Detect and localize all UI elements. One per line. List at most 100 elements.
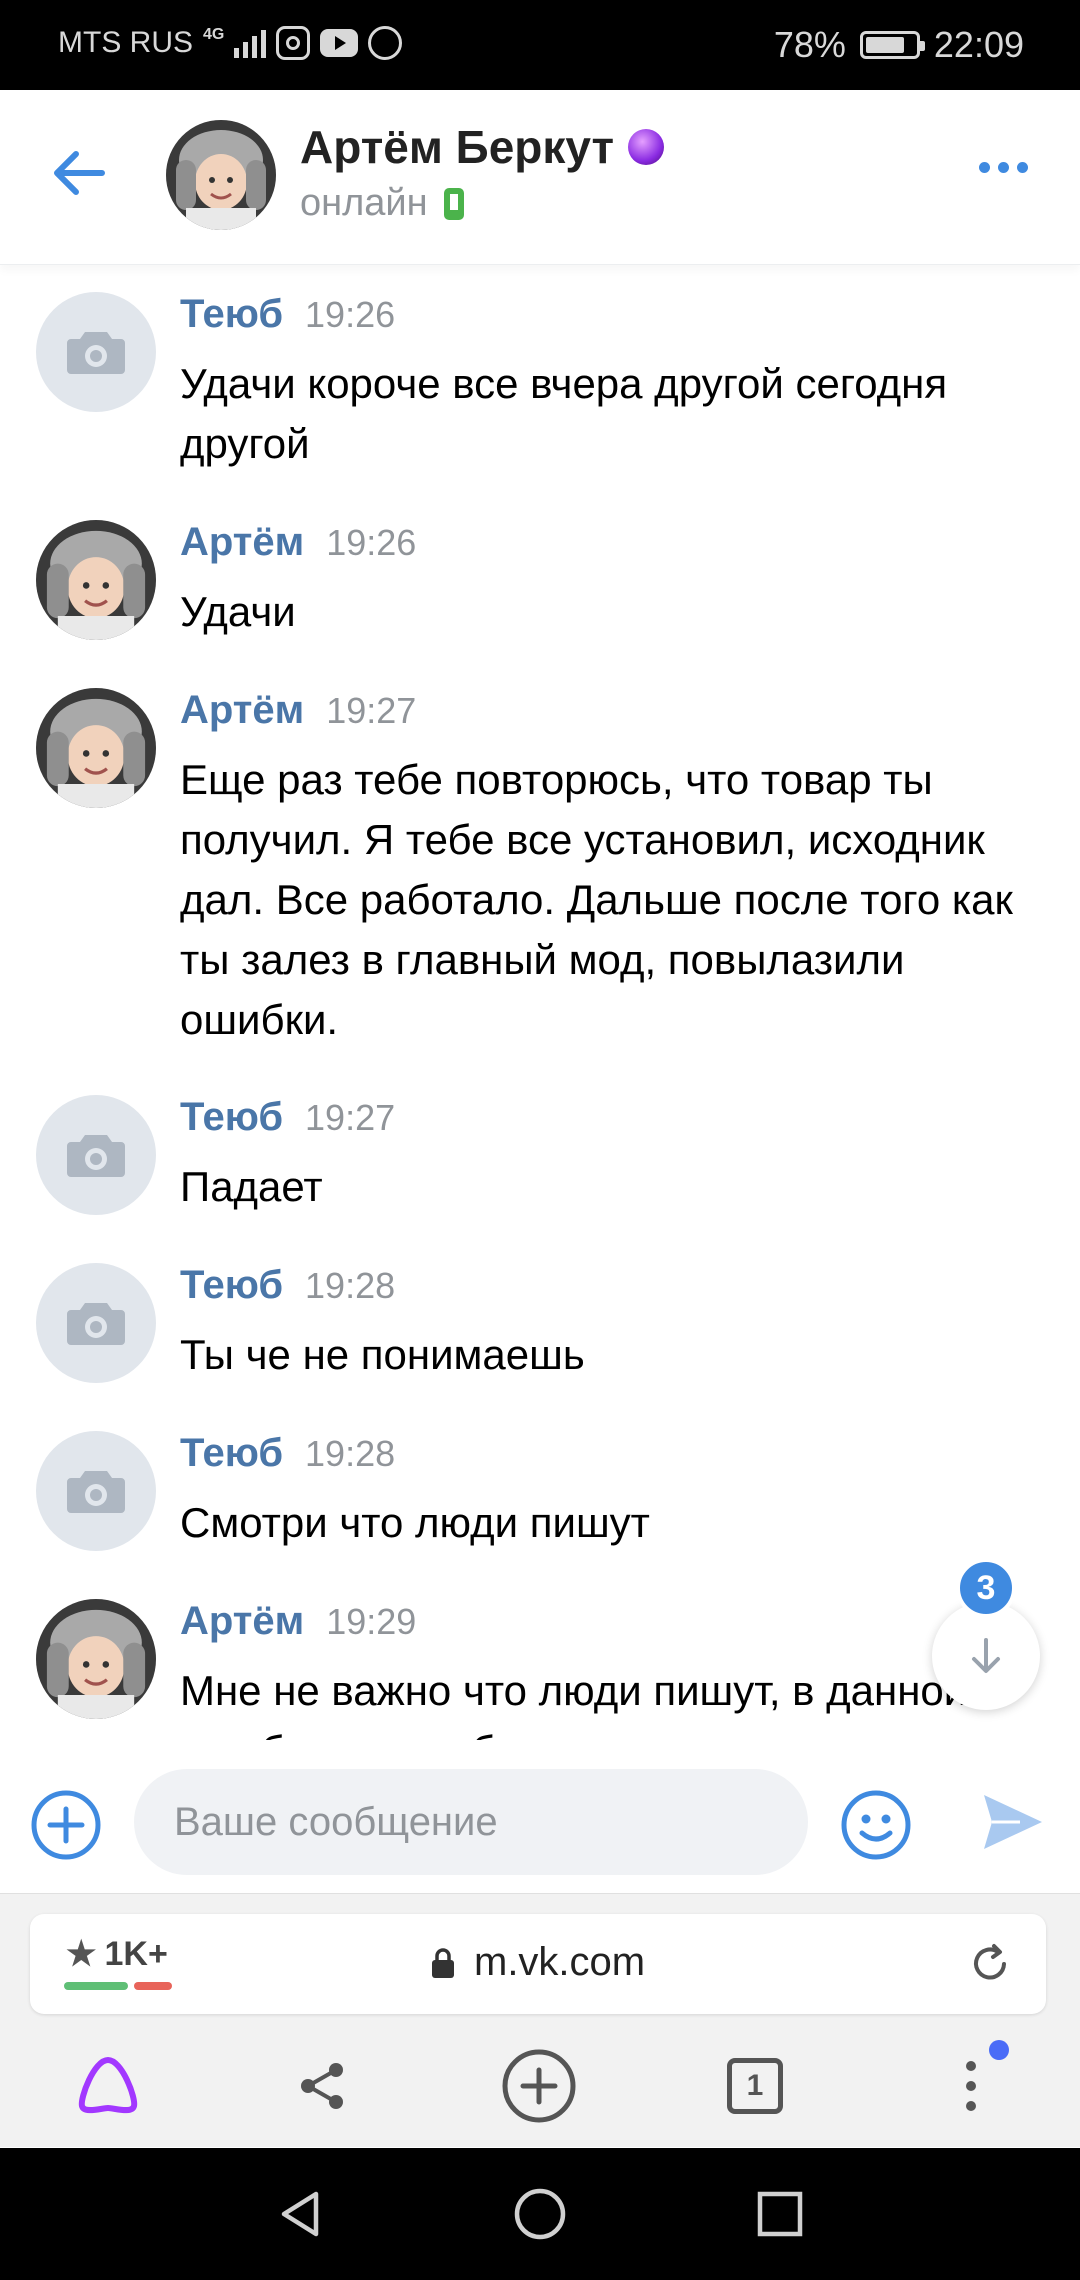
message-author[interactable]: Теюб 19:26 bbox=[180, 292, 395, 337]
message-time: 19:27 bbox=[305, 1097, 396, 1138]
camera-icon bbox=[67, 1303, 125, 1345]
new-tab-button[interactable] bbox=[499, 2046, 579, 2126]
reload-icon bbox=[974, 1944, 1006, 1980]
back-button[interactable] bbox=[44, 138, 114, 208]
message-time: 19:29 bbox=[326, 1601, 417, 1642]
avatar-photo-icon bbox=[166, 120, 276, 230]
contact-name[interactable]: Артём Беркут bbox=[300, 120, 614, 174]
message-item: Теюб 19:28 Ты че не понимаешь bbox=[0, 1241, 1080, 1409]
message-item: Теюб 19:28 Смотри что люди пишут bbox=[0, 1409, 1080, 1577]
more-vertical-icon bbox=[966, 2061, 976, 2111]
smile-icon bbox=[841, 1790, 911, 1860]
sender-avatar[interactable] bbox=[36, 1599, 156, 1719]
unread-count-badge: 3 bbox=[956, 1558, 1016, 1618]
scroll-down-button[interactable] bbox=[932, 1602, 1040, 1710]
message-input[interactable]: Ваше сообщение bbox=[134, 1769, 808, 1875]
message-item: Артём 19:26 Удачи bbox=[0, 498, 1080, 668]
message-text: Удачи bbox=[180, 588, 296, 635]
avatar-photo-icon bbox=[36, 688, 156, 808]
attach-button[interactable] bbox=[30, 1789, 102, 1866]
camera-icon bbox=[67, 1135, 125, 1177]
message-time: 19:26 bbox=[305, 294, 396, 335]
arrow-down-icon bbox=[972, 1638, 1000, 1673]
rating-bars bbox=[64, 1982, 172, 1990]
nav-back-button[interactable] bbox=[272, 2186, 328, 2247]
message-time: 19:28 bbox=[305, 1265, 396, 1306]
browser-toolbar: ★ 1K+ m.vk.com 1 bbox=[0, 1893, 1080, 2147]
camera-icon bbox=[67, 332, 125, 374]
chat-header: Артём Беркут онлайн bbox=[0, 90, 1080, 265]
clock: 22:09 bbox=[933, 24, 1024, 65]
message-item: Артём 19:29 Мне не важно что люди пишут, … bbox=[0, 1577, 1080, 1740]
square-recents-icon bbox=[757, 2191, 803, 2237]
message-item: Теюб 19:27 Падает bbox=[0, 1073, 1080, 1241]
message-author[interactable]: Артём 19:27 bbox=[180, 688, 416, 733]
status-bar: MTS RUS 4G 78% 22:09 bbox=[0, 0, 1080, 90]
message-author[interactable]: Теюб 19:28 bbox=[180, 1431, 395, 1476]
mobile-online-icon bbox=[443, 187, 464, 220]
system-nav-bar bbox=[0, 2148, 1080, 2280]
contact-avatar[interactable] bbox=[166, 120, 276, 230]
tabs-count: 1 bbox=[727, 2058, 783, 2114]
nav-home-button[interactable] bbox=[512, 2186, 568, 2247]
lock-icon bbox=[432, 1947, 454, 1978]
carrier-label: MTS RUS bbox=[58, 26, 193, 59]
youtube-icon bbox=[320, 29, 359, 57]
plus-circle-icon bbox=[31, 1790, 101, 1860]
message-item: Артём 19:27 Еще раз тебе повторюсь, что т… bbox=[0, 666, 1080, 1072]
tabs-button[interactable]: 1 bbox=[715, 2046, 795, 2126]
browser-actions: 1 bbox=[0, 2024, 1080, 2148]
sender-avatar[interactable] bbox=[36, 1095, 156, 1215]
avatar-photo-icon bbox=[36, 520, 156, 640]
share-icon bbox=[301, 2063, 343, 2109]
share-button[interactable] bbox=[282, 2046, 362, 2126]
sender-avatar[interactable] bbox=[36, 1431, 156, 1551]
message-author[interactable]: Артём 19:29 bbox=[180, 1599, 416, 1644]
plus-circle-icon bbox=[502, 2049, 576, 2123]
sender-avatar[interactable] bbox=[36, 520, 156, 640]
send-icon bbox=[984, 1795, 1042, 1849]
more-button[interactable] bbox=[979, 162, 1028, 173]
battery-icon bbox=[859, 31, 925, 59]
signal-icon bbox=[234, 28, 267, 58]
notification-dot bbox=[989, 2040, 1009, 2060]
message-text: Еще раз тебе повторюсь, что товар ты пол… bbox=[180, 756, 1013, 1043]
message-item: Теюб 19:26 Удачи короче все вчера другой … bbox=[0, 270, 1080, 500]
arrow-left-icon bbox=[54, 151, 105, 195]
reload-button[interactable] bbox=[968, 1942, 1012, 1991]
message-list[interactable]: Теюб 19:26 Удачи короче все вчера другой … bbox=[0, 270, 1080, 1740]
message-time: 19:27 bbox=[326, 690, 417, 731]
message-author[interactable]: Теюб 19:27 bbox=[180, 1095, 395, 1140]
send-button[interactable] bbox=[980, 1789, 1046, 1860]
triangle-back-icon bbox=[281, 2191, 319, 2237]
more-dots-icon bbox=[979, 162, 990, 173]
online-status: онлайн bbox=[300, 182, 428, 224]
nav-recents-button[interactable] bbox=[752, 2186, 808, 2247]
alice-button[interactable] bbox=[68, 2046, 148, 2126]
message-text: Удачи короче все вчера другой сегодня др… bbox=[180, 360, 948, 467]
site-rating[interactable]: ★ 1K+ bbox=[66, 1934, 168, 1974]
message-text: Мне не важно что люди пишут, в данной ош… bbox=[180, 1667, 968, 1740]
sender-avatar[interactable] bbox=[36, 688, 156, 808]
sender-avatar[interactable] bbox=[36, 1263, 156, 1383]
url-text[interactable]: m.vk.com bbox=[474, 1940, 645, 1985]
battery-percent: 78% bbox=[773, 24, 846, 65]
message-text: Ты че не понимаешь bbox=[180, 1331, 585, 1378]
message-time: 19:28 bbox=[305, 1433, 396, 1474]
address-bar[interactable]: ★ 1K+ m.vk.com bbox=[30, 1914, 1046, 2014]
whatsapp-icon bbox=[368, 26, 403, 60]
browser-menu-button[interactable] bbox=[931, 2040, 1011, 2126]
emoji-button[interactable] bbox=[840, 1789, 912, 1866]
rating-count: 1K+ bbox=[104, 1934, 168, 1973]
message-text: Смотри что люди пишут bbox=[180, 1499, 650, 1546]
crystal-ball-icon bbox=[628, 129, 665, 165]
star-icon: ★ bbox=[66, 1935, 97, 1973]
sender-avatar[interactable] bbox=[36, 292, 156, 412]
message-time: 19:26 bbox=[326, 522, 417, 563]
message-composer: Ваше сообщение bbox=[0, 1745, 1080, 1893]
message-author[interactable]: Теюб 19:28 bbox=[180, 1263, 395, 1308]
camera-icon bbox=[67, 1471, 125, 1513]
message-author[interactable]: Артём 19:26 bbox=[180, 520, 416, 565]
avatar-photo-icon bbox=[36, 1599, 156, 1719]
network-type: 4G bbox=[203, 26, 225, 43]
